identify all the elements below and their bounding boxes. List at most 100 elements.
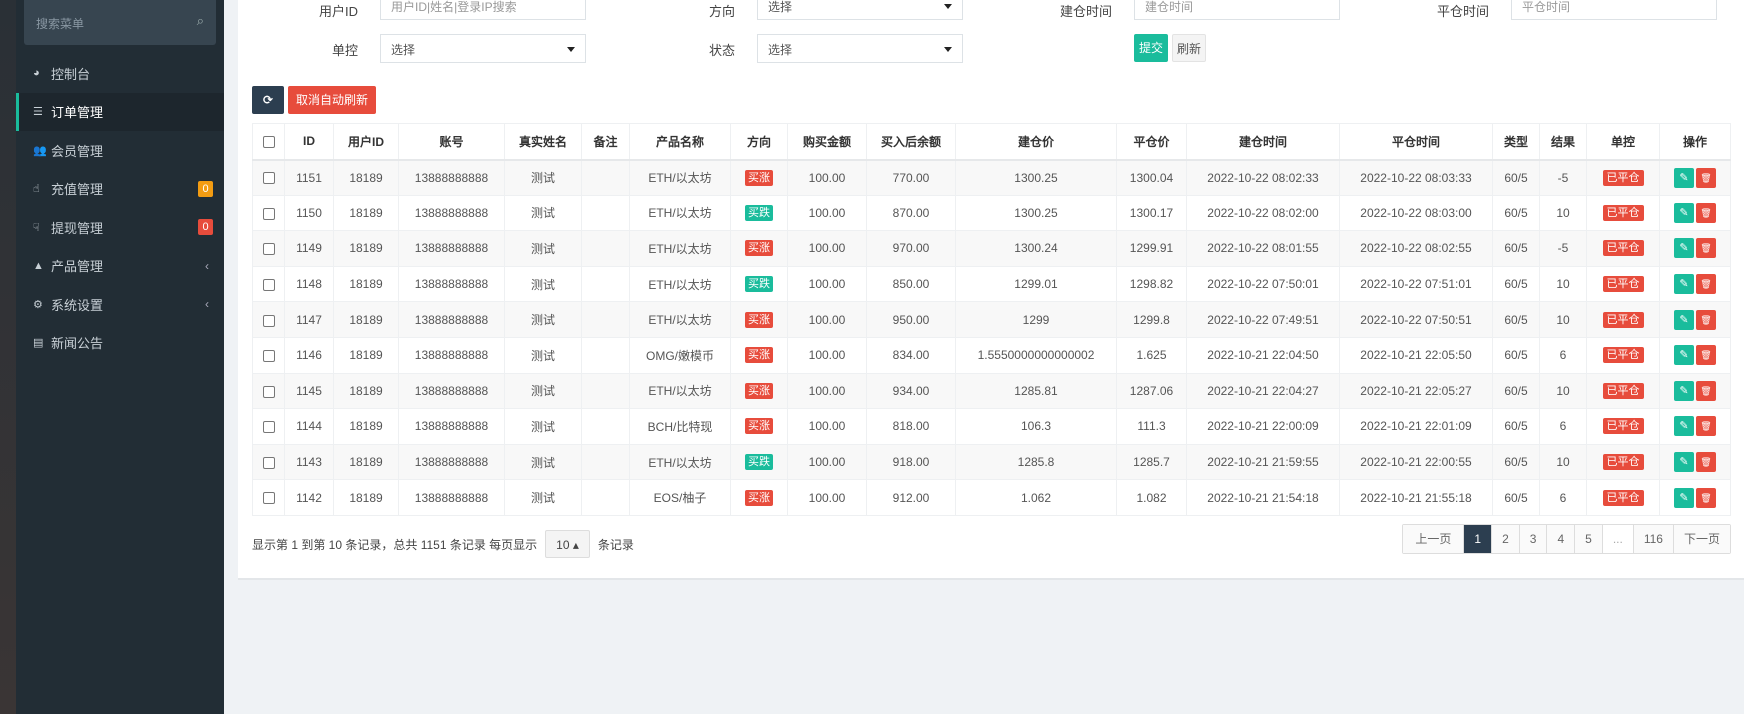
sidebar-item[interactable]: ☝ 充值管理 0 xyxy=(16,170,224,209)
delete-button[interactable]: 🗑 xyxy=(1696,345,1716,366)
delete-button[interactable]: 🗑 xyxy=(1696,452,1716,473)
sidebar-item[interactable]: ⚙ 系统设置 ‹ xyxy=(16,285,224,324)
sidebar-item[interactable]: ◕ 控制台 xyxy=(16,54,224,93)
delete-button[interactable]: 🗑 xyxy=(1696,238,1716,259)
row-checkbox-cell[interactable] xyxy=(252,194,285,232)
page-link[interactable]: 2 xyxy=(1491,525,1519,553)
edit-button[interactable]: ✎ xyxy=(1674,345,1694,366)
page-link[interactable]: 上一页 xyxy=(1403,525,1464,553)
table-cell: 1150 xyxy=(284,194,334,232)
sidebar-item[interactable]: ▲ 产品管理 ‹ xyxy=(16,247,224,286)
delete-button[interactable]: 🗑 xyxy=(1696,167,1716,188)
table-cell xyxy=(581,443,630,481)
page-link[interactable]: 3 xyxy=(1518,525,1547,553)
delete-button[interactable]: 🗑 xyxy=(1696,274,1716,295)
edit-button[interactable]: ✎ xyxy=(1674,167,1694,188)
sidebar-item[interactable]: 👥 会员管理 xyxy=(16,131,224,170)
actions-cell: ✎ 🗑 xyxy=(1659,265,1731,303)
row-checkbox[interactable] xyxy=(262,456,275,469)
column-header: 备注 xyxy=(581,123,630,161)
user-id-input[interactable]: 用户ID|姓名|登录IP搜索 xyxy=(380,0,586,20)
row-checkbox[interactable] xyxy=(262,278,275,291)
row-checkbox-cell[interactable] xyxy=(252,443,285,481)
row-checkbox-cell[interactable] xyxy=(252,265,285,303)
row-checkbox[interactable] xyxy=(262,350,275,363)
actions-cell: ✎ 🗑 xyxy=(1659,159,1731,196)
edit-button[interactable]: ✎ xyxy=(1674,238,1694,259)
row-checkbox[interactable] xyxy=(262,421,275,434)
menu-search-input[interactable]: 搜索菜单 ⌕ xyxy=(24,0,216,45)
control-select[interactable]: 选择 xyxy=(380,34,586,63)
row-checkbox-cell[interactable] xyxy=(252,408,285,445)
delete-button[interactable]: 🗑 xyxy=(1696,487,1716,508)
delete-button[interactable]: 🗑 xyxy=(1696,309,1716,330)
row-checkbox[interactable] xyxy=(262,314,275,327)
table-cell: 2022-10-22 08:02:33 xyxy=(1186,159,1340,196)
dashboard-icon: ◕ xyxy=(33,67,40,80)
status-badge: 已平仓 xyxy=(1602,382,1644,399)
table-cell: 已平仓 xyxy=(1586,479,1660,516)
row-checkbox[interactable] xyxy=(262,207,275,220)
sidebar-item[interactable]: ☟ 提现管理 0 xyxy=(16,208,224,247)
edit-button[interactable]: ✎ xyxy=(1674,487,1694,508)
edit-button[interactable]: ✎ xyxy=(1674,309,1694,330)
edit-button[interactable]: ✎ xyxy=(1674,380,1694,401)
delete-button[interactable]: 🗑 xyxy=(1696,380,1716,401)
sidebar-item-label: 提现管理 xyxy=(51,220,104,236)
open-time-input[interactable]: 建仓时间 xyxy=(1134,0,1340,20)
sidebar-item-label: 充值管理 xyxy=(51,182,104,198)
table-cell: 1300.25 xyxy=(955,159,1117,196)
column-header: 平仓时间 xyxy=(1339,123,1493,161)
row-checkbox[interactable] xyxy=(262,385,275,398)
table-row: 1149 18189 13888888888 测试 ETH/以太坊 买涨 100.00 970… xyxy=(252,230,1731,267)
page-link[interactable]: 116 xyxy=(1632,525,1673,553)
reload-button[interactable]: ⟳ xyxy=(252,86,284,114)
table-cell: ETH/以太坊 xyxy=(629,443,731,481)
table-cell: 2022-10-22 08:01:55 xyxy=(1186,230,1340,267)
delete-button[interactable]: 🗑 xyxy=(1696,202,1716,223)
edit-button[interactable]: ✎ xyxy=(1674,274,1694,295)
page-link[interactable]: 5 xyxy=(1574,525,1602,553)
menu-search-placeholder: 搜索菜单 xyxy=(36,17,85,31)
page-link[interactable]: 1 xyxy=(1463,525,1492,553)
table-cell: 1299.01 xyxy=(955,265,1117,303)
edit-button[interactable]: ✎ xyxy=(1674,202,1694,223)
sidebar-item[interactable]: ▤ 新闻公告 xyxy=(16,324,224,363)
column-header: 操作 xyxy=(1659,123,1731,161)
status-label: 状态 xyxy=(708,43,735,58)
row-checkbox[interactable] xyxy=(262,492,275,505)
page-size-select[interactable]: 10 ▴ xyxy=(545,530,590,558)
page-link[interactable]: 下一页 xyxy=(1672,525,1730,553)
direction-badge: 买跌 xyxy=(745,276,773,293)
row-checkbox-cell[interactable] xyxy=(252,301,285,338)
control-label: 单控 xyxy=(331,43,358,58)
cancel-auto-refresh-button[interactable]: 取消自动刷新 xyxy=(288,86,376,114)
direction-badge: 买涨 xyxy=(745,240,773,257)
row-checkbox-cell[interactable] xyxy=(252,336,285,374)
sidebar-item[interactable]: ☰ 订单管理 xyxy=(16,92,224,131)
page-link[interactable]: 4 xyxy=(1546,525,1575,553)
table-cell: 13888888888 xyxy=(398,336,505,374)
page-link[interactable]: ... xyxy=(1601,525,1633,553)
user-id-label: 用户ID xyxy=(318,4,358,19)
row-checkbox[interactable] xyxy=(262,172,275,185)
row-checkbox[interactable] xyxy=(262,243,275,256)
edit-button[interactable]: ✎ xyxy=(1674,416,1694,437)
row-checkbox-cell[interactable] xyxy=(252,372,285,410)
row-checkbox-cell[interactable] xyxy=(252,230,285,267)
row-checkbox-cell[interactable] xyxy=(252,159,285,196)
refresh-button[interactable]: 刷新 xyxy=(1172,34,1206,62)
delete-button[interactable]: 🗑 xyxy=(1696,416,1716,437)
direction-select[interactable]: 选择 xyxy=(757,0,963,20)
table-cell: 850.00 xyxy=(866,265,956,303)
table-info: 显示第 1 到第 10 条记录，总共 1151 条记录 每页显示 10 ▴ 条记… xyxy=(252,530,634,558)
table-cell: ETH/以太坊 xyxy=(629,301,731,338)
submit-button[interactable]: 提交 xyxy=(1134,34,1168,62)
close-time-input[interactable]: 平仓时间 xyxy=(1511,0,1717,20)
table-cell: 13888888888 xyxy=(398,443,505,481)
select-all-checkbox[interactable] xyxy=(252,123,285,161)
direction-badge: 买涨 xyxy=(745,489,773,506)
edit-button[interactable]: ✎ xyxy=(1674,452,1694,473)
status-select[interactable]: 选择 xyxy=(757,34,963,63)
row-checkbox-cell[interactable] xyxy=(252,479,285,516)
